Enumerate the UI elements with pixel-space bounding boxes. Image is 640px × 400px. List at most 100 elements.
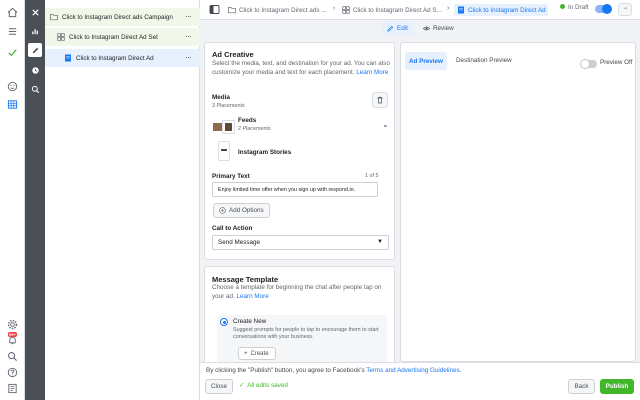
terms-link[interactable]: Terms and Advertising Guidelines (366, 367, 459, 374)
create-new-option[interactable]: Create New Suggest prompts for people to… (217, 315, 387, 367)
more-options-button[interactable]: ··· (618, 3, 632, 16)
media-label: Media (212, 94, 230, 101)
table-icon[interactable] (5, 97, 20, 112)
button-label: Add Options (229, 207, 264, 214)
search-icon[interactable] (5, 349, 20, 364)
radio-selected[interactable] (220, 318, 228, 326)
primary-text-label: Primary Text (212, 173, 250, 180)
chevron-down-icon[interactable]: ⌄ (382, 120, 389, 129)
tree-item-label: Click to Instagram Direct Ad Set (69, 33, 158, 41)
clock-icon[interactable] (28, 63, 42, 77)
learn-more-link[interactable]: Learn More (356, 69, 388, 76)
more-icon[interactable]: ··· (185, 53, 192, 62)
card-description: Select the media, text, and destination … (212, 60, 390, 77)
pencil-icon (387, 25, 394, 32)
panel-toggle-icon[interactable] (209, 4, 220, 15)
card-description: Choose a template for beginning the chat… (212, 284, 390, 301)
card-title: Message Template (212, 275, 279, 284)
button-label: Create (250, 350, 269, 357)
grid-icon (57, 33, 65, 41)
close-icon[interactable] (28, 5, 42, 19)
notice-text: By clicking the "Publish" button, you ag… (206, 367, 365, 374)
save-status: ✓ All edits saved (239, 382, 288, 389)
breadcrumb-adset[interactable]: Click to Instagram Direct Ad S... (342, 4, 444, 16)
cta-select[interactable]: Send Message ▼ (212, 235, 389, 250)
breadcrumb-label: Click to Instagram Direct Ad S... (353, 6, 442, 14)
breadcrumb-label: Click to Instagram Direct ads ... (239, 6, 327, 14)
checkmark-icon[interactable] (5, 45, 20, 60)
notification-badge: 99+ (8, 332, 17, 337)
tree-item-ad[interactable]: Click to Instagram Direct Ad ··· (45, 49, 200, 67)
folder-icon (228, 7, 236, 14)
caret-down-icon: ▼ (377, 239, 383, 245)
chevron-right-icon: › (447, 5, 450, 12)
tree-item-label: Click to Instagram Direct Ad (76, 54, 154, 62)
create-button[interactable]: + Create (238, 347, 276, 360)
notifications-icon[interactable]: 99+ (5, 332, 20, 348)
left-nav: 99+ (0, 0, 25, 400)
home-icon[interactable] (5, 5, 20, 20)
tab-ad-preview[interactable]: Ad Preview (405, 52, 447, 70)
more-icon[interactable]: ··· (185, 32, 192, 41)
tab-edit[interactable]: Edit (382, 21, 413, 35)
ad-icon (458, 6, 464, 14)
tab-destination-preview[interactable]: Destination Preview (456, 57, 512, 64)
menu-icon[interactable] (5, 24, 20, 39)
more-icon[interactable]: ··· (185, 12, 192, 21)
draft-status-label: In Draft (568, 4, 589, 11)
publish-button[interactable]: Publish (600, 379, 634, 394)
message-template-card: Message Template Choose a template for b… (204, 266, 395, 367)
learn-more-link[interactable]: Learn More (237, 293, 269, 300)
grid-icon (342, 6, 350, 14)
tree-item-campaign[interactable]: Click to Instagram Direct ads Campaign ·… (45, 8, 200, 26)
option-label: Create New (233, 318, 267, 325)
tree-item-adset[interactable]: Click to Instagram Direct Ad Set ··· (45, 28, 200, 46)
plus-icon: + (244, 350, 248, 357)
breadcrumb-label: Click to Instagram Direct Ad (468, 6, 546, 14)
option-description: Suggest prompts for people to tap to enc… (233, 327, 379, 340)
tab-review[interactable]: Review (418, 21, 459, 35)
cta-label: Call to Action (212, 225, 253, 232)
eye-icon (423, 26, 430, 30)
draft-toggle[interactable] (595, 4, 612, 14)
report-icon[interactable] (5, 381, 20, 396)
primary-text-input[interactable]: Enjoy limited time offer when you sign u… (212, 182, 378, 197)
bottom-bar: By clicking the "Publish" button, you ag… (200, 362, 640, 400)
feeds-count: 2 Placements (238, 126, 271, 132)
pencil-icon[interactable] (28, 43, 42, 57)
smiley-icon[interactable] (5, 79, 20, 94)
breadcrumb-campaign[interactable]: Click to Instagram Direct ads ... (228, 4, 328, 16)
close-button[interactable]: Close (205, 379, 233, 394)
help-icon[interactable] (5, 365, 20, 380)
ad-icon (64, 54, 72, 62)
checkmark-icon: ✓ (239, 382, 245, 389)
select-value: Send Message (218, 239, 261, 246)
trash-button[interactable] (372, 92, 388, 108)
save-status-label: All edits saved (247, 382, 288, 389)
stories-label: Instagram Stories (238, 149, 292, 156)
settings-icon[interactable] (5, 317, 20, 332)
feeds-thumbnail (213, 120, 235, 134)
breadcrumb-ad[interactable]: Click to Instagram Direct Ad (454, 4, 548, 16)
preview-panel: Ad Preview Destination Preview Preview O… (400, 42, 636, 362)
preview-toggle-label: Preview Off (600, 59, 633, 66)
campaign-tree: Click to Instagram Direct ads Campaign ·… (45, 0, 200, 400)
zoom-icon[interactable] (28, 82, 42, 96)
folder-icon (50, 13, 58, 21)
preview-toggle[interactable] (580, 59, 597, 69)
chart-icon[interactable] (28, 24, 42, 38)
feeds-label: Feeds (238, 117, 257, 124)
placements-count: 3 Placements (212, 103, 245, 109)
ad-creative-card: Ad Creative Select the media, text, and … (204, 42, 395, 260)
tree-item-label: Click to Instagram Direct ads Campaign (62, 13, 173, 21)
publish-notice: By clicking the "Publish" button, you ag… (206, 367, 461, 374)
top-bar: Click to Instagram Direct ads ... › Clic… (200, 0, 640, 20)
back-button[interactable]: Back (568, 379, 595, 394)
trash-icon (377, 96, 383, 104)
card-title: Ad Creative (212, 50, 254, 59)
add-options-button[interactable]: Add Options (213, 203, 270, 218)
chevron-right-icon: › (333, 5, 336, 12)
tab-label: Review (433, 24, 454, 32)
plus-circle-icon (219, 207, 226, 214)
primary-text-count: 1 of 5 (365, 173, 379, 179)
